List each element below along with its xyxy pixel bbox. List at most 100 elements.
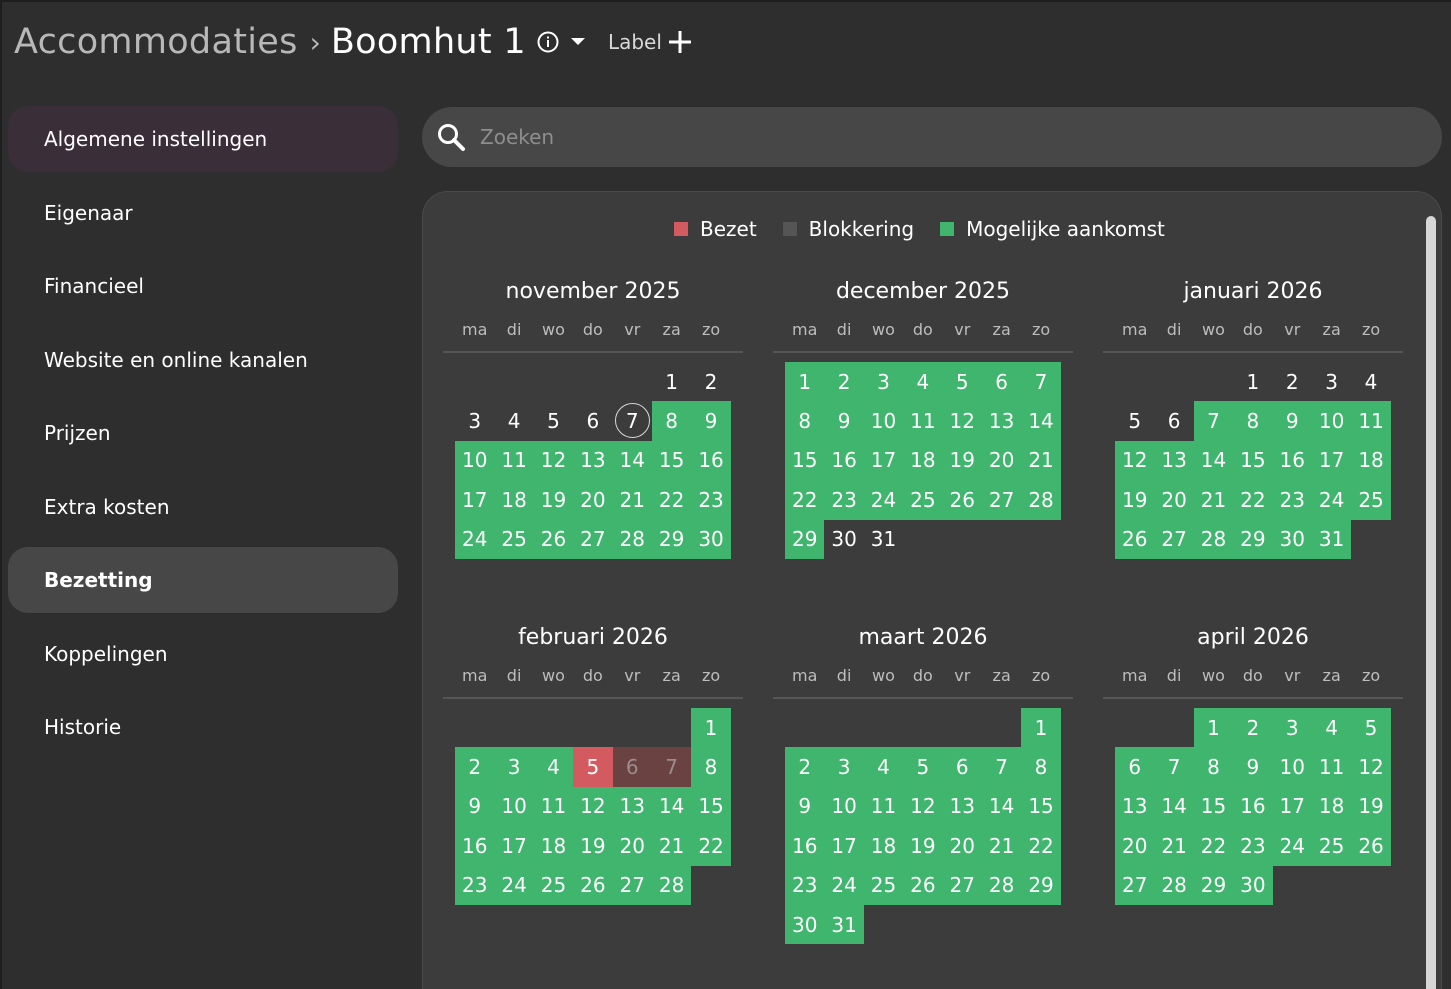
calendar-day[interactable]: 22: [785, 480, 825, 520]
calendar-day[interactable]: 29: [1233, 519, 1273, 559]
calendar-day[interactable]: 28: [612, 519, 652, 559]
calendar-day[interactable]: 23: [824, 480, 864, 520]
calendar-day[interactable]: 17: [1311, 440, 1352, 481]
calendar-day[interactable]: 17: [494, 826, 534, 866]
calendar-day[interactable]: 4: [1351, 362, 1390, 401]
calendar-day[interactable]: 23: [455, 865, 495, 905]
calendar-day[interactable]: 13: [942, 786, 982, 827]
calendar-day[interactable]: 12: [573, 786, 613, 827]
calendar-day[interactable]: 23: [785, 865, 825, 905]
calendar-day[interactable]: 26: [1351, 826, 1391, 866]
calendar-day[interactable]: 3: [863, 362, 904, 402]
calendar-day[interactable]: 21: [1021, 440, 1061, 481]
calendar-day[interactable]: 6: [981, 362, 1022, 402]
calendar-day[interactable]: 22: [1233, 480, 1273, 520]
calendar-day[interactable]: 16: [1272, 440, 1312, 481]
calendar-day[interactable]: 5: [1351, 708, 1391, 748]
calendar-day[interactable]: 2: [1233, 708, 1273, 748]
calendar-day[interactable]: 18: [1311, 786, 1352, 827]
calendar-day[interactable]: 5: [534, 401, 573, 440]
calendar-day[interactable]: 22: [1193, 826, 1234, 866]
calendar-day[interactable]: 14: [1193, 440, 1234, 481]
calendar-day[interactable]: 2: [785, 747, 825, 787]
sidebar-item-prijzen[interactable]: Prijzen: [8, 400, 398, 466]
calendar-day[interactable]: 24: [1272, 826, 1312, 866]
calendar-day[interactable]: 7: [1193, 401, 1234, 441]
calendar-day[interactable]: 18: [863, 826, 904, 866]
calendar-day[interactable]: 5: [942, 362, 982, 402]
calendar-day[interactable]: 13: [1154, 440, 1194, 481]
calendar-day[interactable]: 11: [863, 786, 904, 827]
calendar-day[interactable]: 23: [691, 480, 731, 520]
calendar-day[interactable]: 24: [1311, 480, 1352, 520]
calendar-day[interactable]: 9: [691, 401, 731, 441]
add-label-button[interactable]: Label: [608, 30, 692, 54]
calendar-day[interactable]: 20: [1115, 826, 1155, 866]
calendar-day[interactable]: 21: [1193, 480, 1234, 520]
calendar-day[interactable]: 27: [573, 519, 613, 559]
calendar-day[interactable]: 4: [863, 747, 904, 787]
calendar-day[interactable]: 30: [1233, 865, 1273, 905]
calendar-day[interactable]: 25: [494, 519, 534, 559]
calendar-day[interactable]: 8: [1233, 401, 1273, 441]
calendar-day[interactable]: 29: [1021, 865, 1061, 905]
calendar-day[interactable]: 10: [1272, 747, 1312, 787]
calendar-day[interactable]: 1: [785, 362, 825, 402]
calendar-day[interactable]: 24: [494, 865, 534, 905]
calendar-day[interactable]: 21: [651, 826, 692, 866]
calendar-day[interactable]: 28: [1154, 865, 1194, 905]
calendar-day[interactable]: 12: [903, 786, 943, 827]
calendar-day[interactable]: 31: [824, 904, 864, 945]
calendar-day[interactable]: 4: [494, 401, 533, 440]
calendar-day[interactable]: 21: [1154, 826, 1194, 866]
calendar-day[interactable]: 18: [533, 826, 574, 866]
calendar-day[interactable]: 2: [1273, 362, 1312, 401]
calendar-day[interactable]: 10: [455, 440, 495, 481]
calendar-day[interactable]: 15: [651, 440, 692, 481]
calendar-day[interactable]: 26: [533, 519, 574, 559]
calendar-day[interactable]: 6: [1154, 401, 1193, 440]
calendar-day[interactable]: 25: [1311, 826, 1352, 866]
calendar-day[interactable]: 17: [863, 440, 904, 481]
calendar-day[interactable]: 1: [1193, 708, 1234, 748]
calendar-day[interactable]: 12: [1115, 440, 1155, 481]
calendar-day[interactable]: 26: [903, 865, 943, 905]
calendar-day[interactable]: 5: [1115, 401, 1154, 440]
scrollbar[interactable]: [1426, 216, 1436, 989]
calendar-day[interactable]: 1: [1021, 708, 1061, 748]
calendar-day[interactable]: 31: [864, 520, 903, 559]
calendar-day[interactable]: 28: [1193, 519, 1234, 559]
calendar-day[interactable]: 10: [824, 786, 864, 827]
calendar-day[interactable]: 9: [785, 786, 825, 827]
calendar-day[interactable]: 16: [1233, 786, 1273, 827]
calendar-day[interactable]: 16: [785, 826, 825, 866]
calendar-day[interactable]: 1: [691, 708, 731, 748]
calendar-day[interactable]: 8: [785, 401, 825, 441]
calendar-day[interactable]: 20: [573, 480, 613, 520]
calendar-day[interactable]: 7: [1154, 747, 1194, 787]
calendar-day[interactable]: 18: [494, 480, 534, 520]
calendar-day[interactable]: 19: [903, 826, 943, 866]
calendar-day[interactable]: 8: [691, 747, 731, 787]
calendar-day[interactable]: 3: [824, 747, 864, 787]
calendar-day[interactable]: 6: [1115, 747, 1155, 787]
calendar-day[interactable]: 9: [1233, 747, 1273, 787]
calendar-day[interactable]: 31: [1311, 519, 1352, 559]
breadcrumb-accommodaties[interactable]: Accommodaties: [14, 22, 298, 62]
calendar-day[interactable]: 19: [1115, 480, 1155, 520]
calendar-day[interactable]: 3: [1272, 708, 1312, 748]
calendar-day[interactable]: 28: [651, 865, 692, 905]
calendar-day[interactable]: 4: [533, 747, 574, 787]
calendar-day[interactable]: 30: [785, 904, 825, 945]
calendar-day[interactable]: 15: [1021, 786, 1061, 827]
calendar-day[interactable]: 23: [1233, 826, 1273, 866]
calendar-day[interactable]: 13: [573, 440, 613, 481]
calendar-day[interactable]: 10: [494, 786, 534, 827]
calendar-day[interactable]: 6: [612, 747, 652, 787]
calendar-day[interactable]: 17: [824, 826, 864, 866]
calendar-day[interactable]: 3: [494, 747, 534, 787]
search-input[interactable]: [480, 125, 1380, 149]
info-icon[interactable]: [536, 30, 560, 54]
sidebar-item-historie[interactable]: Historie: [8, 694, 398, 760]
calendar-day[interactable]: 30: [824, 520, 863, 559]
